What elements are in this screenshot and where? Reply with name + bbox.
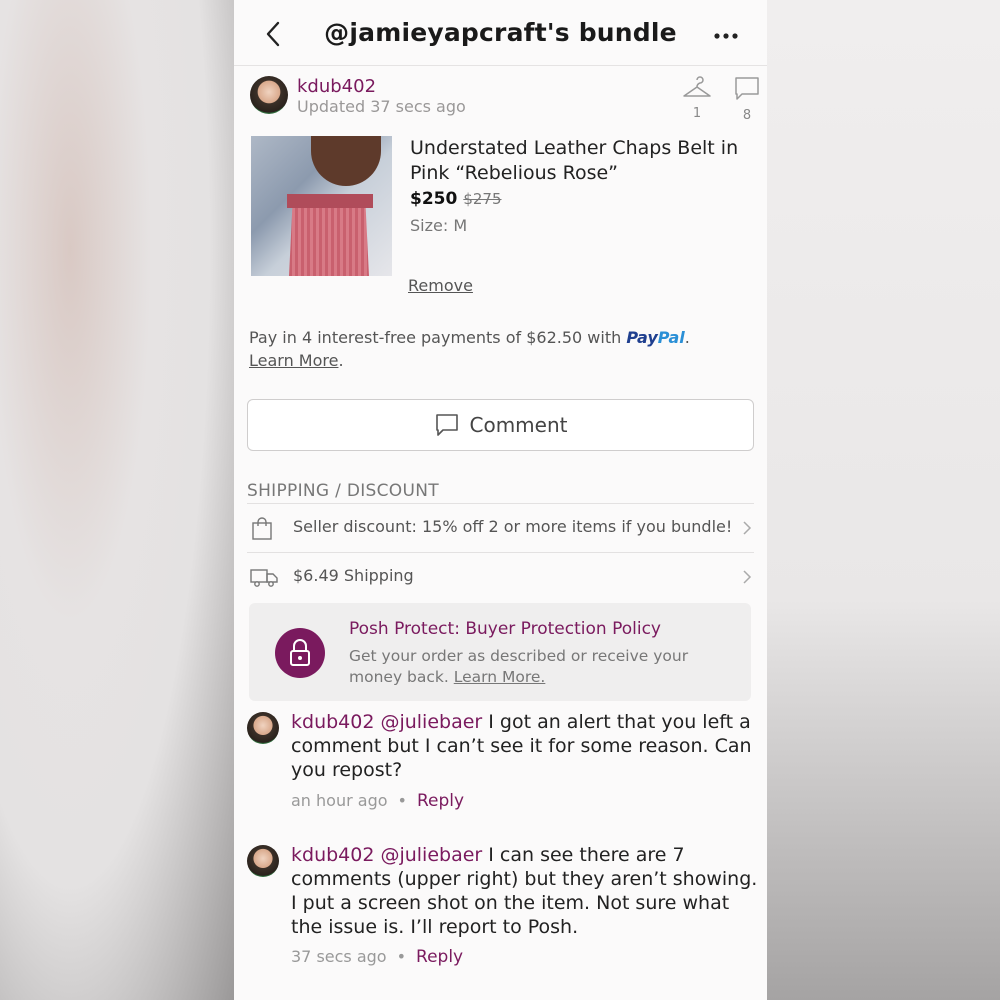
comment-meta: 37 secs ago • Reply	[291, 947, 463, 967]
posh-protect-banner[interactable]: Posh Protect: Buyer Protection Policy Ge…	[249, 603, 751, 701]
speech-bubble-icon	[435, 414, 458, 436]
more-options-button[interactable]	[711, 24, 741, 44]
seller-username[interactable]: kdub402	[297, 76, 376, 97]
paypal-learn-more-link[interactable]: Learn More	[249, 351, 338, 370]
seller-discount-row[interactable]: Seller discount: 15% off 2 or more items…	[247, 503, 754, 552]
speech-bubble-icon	[735, 77, 759, 100]
commenter-username[interactable]: kdub402	[291, 844, 374, 866]
shipping-discount-heading: SHIPPING / DISCOUNT	[247, 481, 439, 501]
posh-protect-title: Posh Protect: Buyer Protection Policy	[349, 619, 661, 639]
comment-meta: an hour ago • Reply	[291, 791, 464, 811]
shipping-text: $6.49 Shipping	[293, 566, 414, 585]
comment-mention[interactable]: @juliebaer	[380, 711, 482, 733]
chevron-right-icon	[743, 521, 752, 535]
likes-stat[interactable]: 1	[682, 76, 712, 121]
comment-body: kdub402 @juliebaer I can see there are 7 …	[291, 843, 761, 939]
product-price: $250 $275	[410, 189, 502, 209]
commenter-avatar[interactable]	[247, 845, 279, 877]
lock-icon	[290, 639, 310, 666]
paypal-period: .	[684, 328, 690, 347]
reply-link[interactable]: Reply	[416, 947, 463, 967]
seller-header: kdub402 Updated 37 secs ago 1 8	[250, 76, 759, 123]
lock-icon-badge	[275, 628, 325, 678]
comment-mention[interactable]: @juliebaer	[380, 844, 482, 866]
remove-link[interactable]: Remove	[408, 276, 473, 295]
background-left	[0, 0, 234, 1000]
comment-time: 37 secs ago	[291, 947, 387, 966]
comments-stat[interactable]: 8	[732, 76, 762, 123]
paypal-logo-pay: Pay	[626, 328, 658, 347]
likes-count: 1	[692, 106, 702, 121]
paypal-logo-pal: Pal	[657, 328, 685, 347]
truck-icon	[250, 569, 278, 587]
comment-button[interactable]: Comment	[247, 399, 754, 451]
product-image-belt-band	[287, 194, 373, 208]
paypal-installments: Pay in 4 interest-free payments of $62.5…	[249, 326, 749, 372]
app-screen: @jamieyapcraft's bundle kdub402 Updated …	[234, 0, 767, 1000]
top-nav-bar: @jamieyapcraft's bundle	[234, 0, 767, 66]
reply-link[interactable]: Reply	[417, 791, 464, 811]
comment-time: an hour ago	[291, 791, 388, 810]
hanger-icon	[683, 76, 711, 97]
original-price: $275	[463, 190, 502, 208]
commenter-username[interactable]: kdub402	[291, 711, 374, 733]
product-size: Size: M	[410, 216, 468, 235]
chevron-left-icon	[266, 21, 280, 47]
comment-button-label: Comment	[469, 413, 568, 437]
updated-timestamp: Updated 37 secs ago	[297, 97, 466, 116]
posh-protect-learn-more-link[interactable]: Learn More.	[454, 668, 546, 686]
seller-avatar[interactable]	[250, 76, 288, 114]
posh-protect-description: Get your order as described or receive y…	[349, 646, 739, 688]
comments-count: 8	[742, 108, 752, 123]
page-title: @jamieyapcraft's bundle	[324, 18, 677, 47]
paypal-text: Pay in 4 interest-free payments of $62.5…	[249, 328, 627, 347]
more-dots-icon	[714, 33, 738, 39]
back-button[interactable]	[262, 20, 286, 48]
commenter-avatar[interactable]	[247, 712, 279, 744]
product-image-hair	[311, 136, 381, 186]
product-image[interactable]	[251, 136, 392, 276]
chevron-right-icon	[743, 570, 752, 584]
seller-discount-text: Seller discount: 15% off 2 or more items…	[293, 517, 733, 536]
comment-body: kdub402 @juliebaer I got an alert that yo…	[291, 710, 761, 782]
background-right	[767, 0, 1000, 1000]
paypal-learn-more-suffix: .	[338, 351, 344, 370]
meta-separator: •	[397, 791, 407, 810]
product-title[interactable]: Understated Leather Chaps Belt in Pink “…	[410, 136, 750, 186]
current-price: $250	[410, 189, 458, 209]
meta-separator: •	[396, 947, 407, 966]
shopping-bag-icon	[252, 517, 272, 540]
shipping-row[interactable]: $6.49 Shipping	[247, 552, 754, 601]
